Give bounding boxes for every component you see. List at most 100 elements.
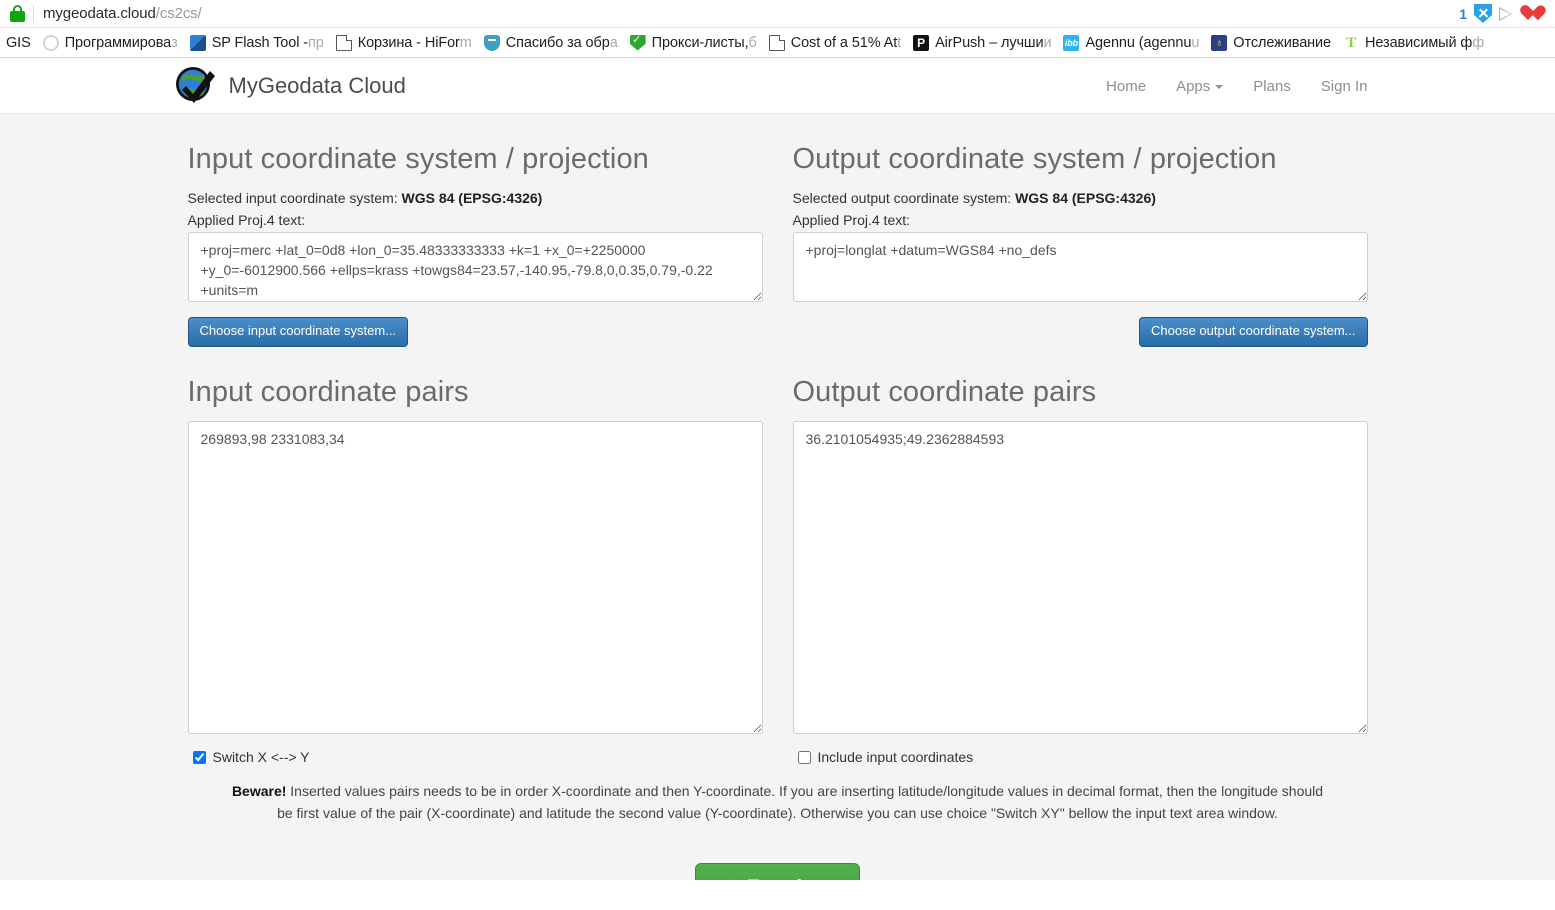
include-input-coordinates-checkbox[interactable] [797, 750, 811, 764]
nav-signin[interactable]: Sign In [1306, 68, 1383, 105]
switch-xy-row[interactable]: Switch X <--> Y [188, 749, 763, 765]
browser-url-bar[interactable]: mygeodata.cloud/cs2cs/ 1 [0, 0, 1555, 28]
send-to-icon[interactable] [1499, 6, 1512, 21]
t-letter-icon: T [1346, 34, 1356, 51]
output-coordinate-pairs-textarea[interactable] [792, 421, 1368, 735]
nav-plans[interactable]: Plans [1238, 68, 1306, 105]
input-cs-title: Input coordinate system / projection [187, 143, 649, 175]
brand-name: MyGeodata Cloud [228, 73, 406, 98]
bookmark-label-truncated: u [1191, 34, 1200, 51]
bookmark-label-truncated: и [1043, 34, 1052, 51]
input-cs-selected: Selected input coordinate system: WGS 84… [188, 188, 763, 208]
pocket-heart-icon[interactable] [1519, 6, 1537, 22]
input-coordinate-system-panel: Input coordinate system / projection Sel… [173, 114, 778, 348]
choose-input-coordinate-system-button[interactable]: Choose input coordinate system... [187, 317, 409, 348]
output-coordinate-pairs-panel: Output coordinate pairs Include input co… [778, 347, 1383, 765]
bookmarks-bar: GIS Программирова з SP Flash Tool - пр Корзи… [0, 28, 1555, 57]
bookmark-item[interactable]: GIS [0, 28, 37, 57]
bookmark-label: AirPush – лучши [935, 34, 1044, 51]
transform-button[interactable]: Transform [694, 862, 861, 880]
bookmark-item[interactable]: Корзина - HiFor m [330, 28, 478, 57]
green-shield-icon [629, 34, 646, 51]
bookmark-label-truncated: ф [1472, 34, 1485, 51]
blue-doc-icon [189, 34, 206, 51]
adblock-shield-icon[interactable] [1474, 4, 1492, 23]
input-proj4-label: Applied Proj.4 text: [187, 212, 306, 229]
input-cs-selected-value: WGS 84 (EPSG:4326) [401, 189, 543, 206]
nav-signin-label: Sign In [1320, 77, 1368, 95]
bookmark-label: Cost of a 51% At [790, 34, 898, 51]
bookmark-item[interactable]: T Независимый фф [1337, 28, 1490, 57]
bookmark-item[interactable]: Cost of a 51% At t [763, 28, 907, 57]
beware-text: Inserted values pairs needs to be in ord… [277, 783, 1324, 821]
bookmark-label: Программирова [64, 34, 172, 51]
include-input-coordinates-row[interactable]: Include input coordinates [793, 749, 1368, 765]
bookmark-item[interactable]: Спасибо за обр а [478, 28, 624, 57]
bookmark-label-truncated: m [459, 34, 472, 51]
transform-button-label: Transform [748, 878, 834, 880]
page-icon [768, 34, 785, 51]
bookmark-label-truncated: а [609, 34, 618, 51]
url-domain: mygeodata.cloud [43, 5, 156, 22]
bookmark-label: Корзина - HiFor [357, 34, 460, 51]
bookmark-item[interactable]: P AirPush – лучши и [907, 28, 1057, 57]
page-icon [335, 34, 352, 51]
padlock-icon [10, 5, 25, 22]
input-coordinate-pairs-panel: Input coordinate pairs Switch X <--> Y [173, 347, 778, 765]
bookmark-label-truncated: t [897, 34, 902, 51]
bookmark-label: GIS [6, 34, 31, 51]
nav-apps-label: Apps [1176, 77, 1211, 95]
output-cs-selected-prefix: Selected output coordinate system: [792, 189, 1016, 206]
chevron-down-icon [1215, 84, 1224, 89]
url-divider [33, 4, 34, 23]
output-cs-selected-value: WGS 84 (EPSG:4326) [1015, 189, 1156, 206]
bookmark-item[interactable]: ♁ Отслеживание [1205, 28, 1337, 57]
p-black-icon: P [913, 34, 930, 51]
circle-icon [42, 34, 59, 51]
coordinate-pairs-row: Input coordinate pairs Switch X <--> Y O… [173, 347, 1383, 765]
bookmark-label-truncated: з [171, 34, 178, 51]
output-proj4-label: Applied Proj.4 text: [792, 212, 911, 229]
site-header: MyGeodata Cloud Home Apps Plans Sign In [0, 58, 1555, 114]
output-coordinate-system-panel: Output coordinate system / projection Se… [778, 114, 1383, 348]
beware-lead: Beware! [231, 783, 287, 800]
gear-icon [722, 879, 739, 880]
adblock-count-badge: 1 [1459, 5, 1467, 22]
bookmark-label-truncated: б [748, 34, 757, 51]
output-pairs-title: Output coordinate pairs [792, 376, 1097, 409]
switch-xy-label[interactable]: Switch X <--> Y [213, 749, 310, 765]
bookmark-label-truncated: пр [308, 34, 324, 51]
input-proj4-textarea[interactable] [187, 232, 763, 303]
url-path: /cs2cs/ [155, 5, 202, 22]
bookmark-label: Отслеживание [1233, 34, 1332, 51]
bookmark-label: Спасибо за обр [505, 34, 610, 51]
eagle-icon: ♁ [1211, 34, 1228, 51]
bookmark-item[interactable]: Прокси-листы, б [624, 28, 763, 57]
main-nav: Home Apps Plans Sign In [1091, 68, 1382, 105]
ibb-icon: ibb [1063, 34, 1080, 51]
input-coordinate-pairs-textarea[interactable] [187, 421, 763, 735]
output-proj4-textarea[interactable] [792, 232, 1368, 303]
output-cs-title: Output coordinate system / projection [792, 143, 1277, 175]
bookmark-item[interactable]: Программирова з [37, 28, 184, 57]
input-cs-selected-prefix: Selected input coordinate system: [187, 189, 402, 206]
url-bar-actions: 1 [1459, 4, 1549, 23]
nav-apps[interactable]: Apps [1161, 68, 1238, 105]
beware-note: Beware! Inserted values pairs needs to b… [225, 781, 1331, 824]
bookmark-item[interactable]: ibb Agennu (agennu u [1057, 28, 1205, 57]
nav-home[interactable]: Home [1091, 68, 1161, 105]
nav-home-label: Home [1106, 77, 1147, 95]
choose-output-coordinate-system-button[interactable]: Choose output coordinate system... [1138, 317, 1368, 348]
include-input-coordinates-label[interactable]: Include input coordinates [818, 749, 974, 765]
output-cs-selected: Selected output coordinate system: WGS 8… [793, 188, 1368, 208]
bookmark-label: Прокси-листы, [651, 34, 749, 51]
url-text[interactable]: mygeodata.cloud/cs2cs/ [43, 5, 202, 22]
transform-button-wrap: Transform [173, 862, 1383, 880]
switch-xy-checkbox[interactable] [192, 750, 206, 764]
brand-link[interactable]: MyGeodata Cloud [173, 64, 406, 108]
bookmark-item[interactable]: SP Flash Tool - пр [184, 28, 330, 57]
nav-plans-label: Plans [1253, 77, 1291, 95]
input-pairs-title: Input coordinate pairs [187, 376, 469, 409]
globe-checkmark-logo [173, 64, 217, 108]
bookmark-label: SP Flash Tool - [211, 34, 308, 51]
